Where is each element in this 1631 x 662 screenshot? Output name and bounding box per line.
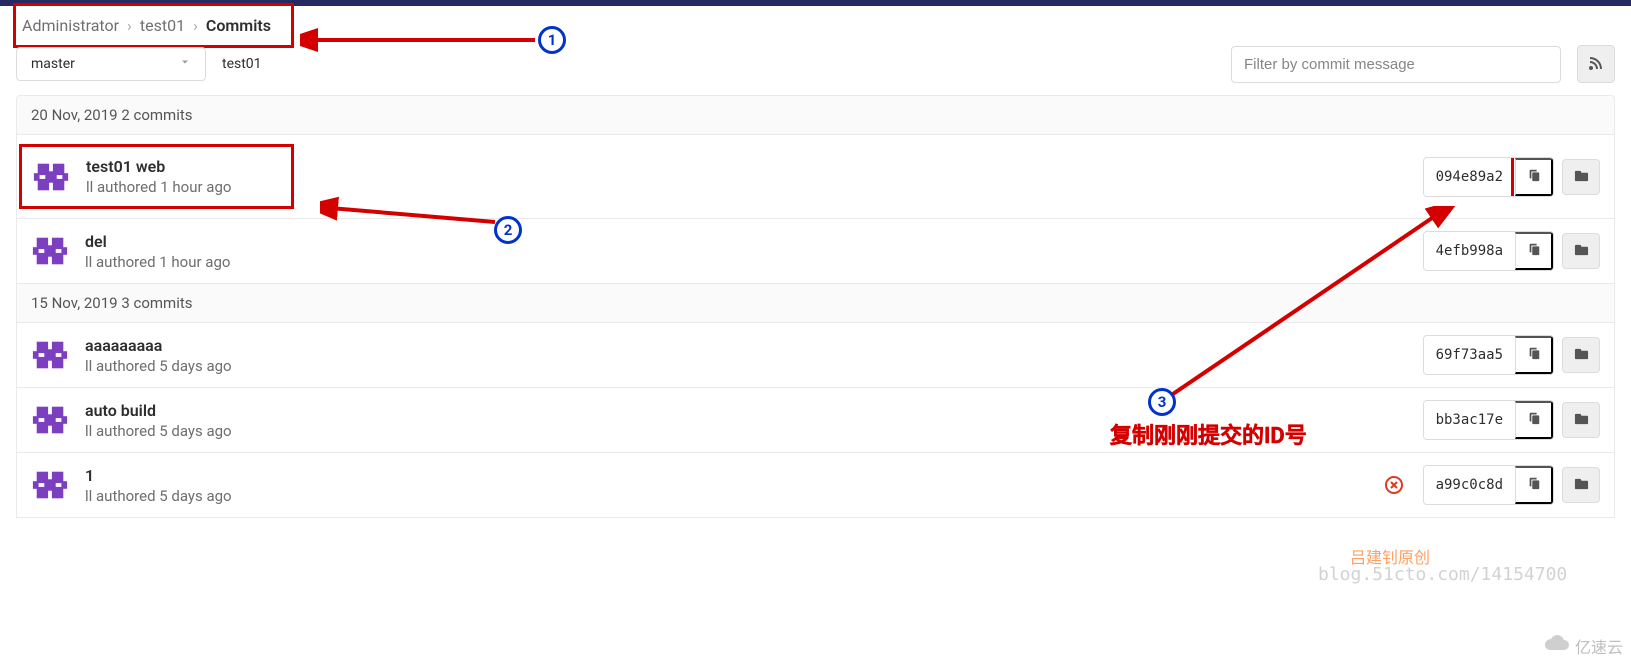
commits-list: test01 web ll authored 1 hour ago 094e89…: [16, 135, 1615, 283]
chevron-right-icon: ›: [127, 16, 132, 35]
avatar[interactable]: [31, 466, 69, 504]
commit-row: del ll authored 1 hour ago 4efb998a: [17, 218, 1614, 283]
copy-icon: [1527, 411, 1541, 429]
commit-actions: 4efb998a: [1423, 231, 1600, 271]
commit-sha-link[interactable]: bb3ac17e: [1424, 401, 1515, 439]
repo-path-label: test01: [222, 56, 262, 72]
commit-row: aaaaaaaaa ll authored 5 days ago 69f73aa…: [17, 323, 1614, 387]
commit-meta: ll authored 5 days ago: [85, 357, 1423, 375]
commit-meta: ll authored 1 hour ago: [85, 253, 1423, 271]
commit-row: test01 web ll authored 1 hour ago 094e89…: [17, 135, 1614, 218]
sha-group: 094e89a2: [1423, 157, 1554, 197]
chevron-right-icon: ›: [193, 16, 198, 35]
date-header: 15 Nov, 2019 3 commits: [16, 283, 1615, 323]
watermark: 亿速云: [1543, 634, 1623, 658]
breadcrumb-item-current: Commits: [206, 16, 271, 35]
commit-sha-link[interactable]: 4efb998a: [1424, 232, 1515, 270]
copy-sha-button[interactable]: [1515, 158, 1553, 196]
cloud-icon: [1543, 635, 1571, 657]
avatar[interactable]: [31, 232, 69, 270]
copy-icon: [1527, 168, 1541, 186]
commit-sha-link[interactable]: 69f73aa5: [1424, 336, 1515, 374]
commit-row: 1 ll authored 5 days ago a99c0c8d: [17, 452, 1614, 517]
folder-icon: [1574, 168, 1589, 186]
avatar[interactable]: [31, 336, 69, 374]
chevron-down-icon: [179, 56, 191, 72]
breadcrumb: Administrator › test01 › Commits: [22, 16, 271, 35]
folder-icon: [1574, 411, 1589, 429]
copy-icon: [1527, 346, 1541, 364]
commit-title[interactable]: aaaaaaaaa: [85, 336, 1423, 355]
commit-actions: a99c0c8d: [1383, 465, 1600, 505]
branch-select-value: master: [31, 56, 75, 72]
annotation-marker-2: 2: [494, 216, 522, 244]
commit-title[interactable]: del: [85, 232, 1423, 251]
sha-group: 4efb998a: [1423, 231, 1554, 271]
browse-files-button[interactable]: [1562, 337, 1600, 373]
annotation-note: 复制刚刚提交的ID号: [1110, 418, 1307, 450]
branch-select[interactable]: master: [16, 47, 206, 81]
annotation-marker-1: 1: [538, 26, 566, 54]
date-header: 20 Nov, 2019 2 commits: [16, 95, 1615, 135]
commit-actions: bb3ac17e: [1423, 400, 1600, 440]
pipeline-failed-icon[interactable]: [1383, 474, 1405, 496]
breadcrumb-item-repo[interactable]: test01: [140, 16, 185, 35]
avatar[interactable]: [32, 158, 70, 196]
commit-sha-link[interactable]: a99c0c8d: [1424, 466, 1515, 504]
folder-icon: [1574, 476, 1589, 494]
breadcrumb-highlight-box: Administrator › test01 › Commits: [13, 3, 294, 48]
browse-files-button[interactable]: [1562, 159, 1600, 195]
avatar[interactable]: [31, 401, 69, 439]
browse-files-button[interactable]: [1562, 467, 1600, 503]
folder-icon: [1574, 346, 1589, 364]
commit-actions: 094e89a2: [1423, 157, 1600, 197]
copy-icon: [1527, 476, 1541, 494]
copy-sha-button[interactable]: [1515, 336, 1553, 374]
copy-icon: [1527, 242, 1541, 260]
commit-title[interactable]: 1: [85, 466, 1383, 485]
commit-sha-link[interactable]: 094e89a2: [1424, 158, 1515, 196]
sha-group: bb3ac17e: [1423, 400, 1554, 440]
breadcrumb-item-admin[interactable]: Administrator: [22, 16, 119, 35]
commit-meta: ll authored 1 hour ago: [86, 178, 231, 196]
copy-sha-button[interactable]: [1515, 401, 1553, 439]
filter-input[interactable]: [1231, 46, 1561, 83]
commit-title[interactable]: auto build: [85, 401, 1423, 420]
commits-toolbar: master test01: [16, 45, 1615, 83]
commit-meta: ll authored 5 days ago: [85, 487, 1383, 505]
annotation-blog: blog.51cto.com/14154700: [1318, 564, 1567, 585]
commit-title[interactable]: test01 web: [86, 157, 231, 176]
folder-icon: [1574, 242, 1589, 260]
copy-sha-button[interactable]: [1515, 466, 1553, 504]
copy-sha-button[interactable]: [1515, 232, 1553, 270]
commit-row: auto build ll authored 5 days ago bb3ac1…: [17, 387, 1614, 452]
browse-files-button[interactable]: [1562, 233, 1600, 269]
browse-files-button[interactable]: [1562, 402, 1600, 438]
sha-group: 69f73aa5: [1423, 335, 1554, 375]
annotation-marker-3: 3: [1148, 388, 1176, 416]
rss-icon: [1588, 55, 1604, 74]
rss-button[interactable]: [1577, 45, 1615, 83]
commit-actions: 69f73aa5: [1423, 335, 1600, 375]
commits-list: aaaaaaaaa ll authored 5 days ago 69f73aa…: [16, 323, 1615, 518]
sha-group: a99c0c8d: [1423, 465, 1554, 505]
